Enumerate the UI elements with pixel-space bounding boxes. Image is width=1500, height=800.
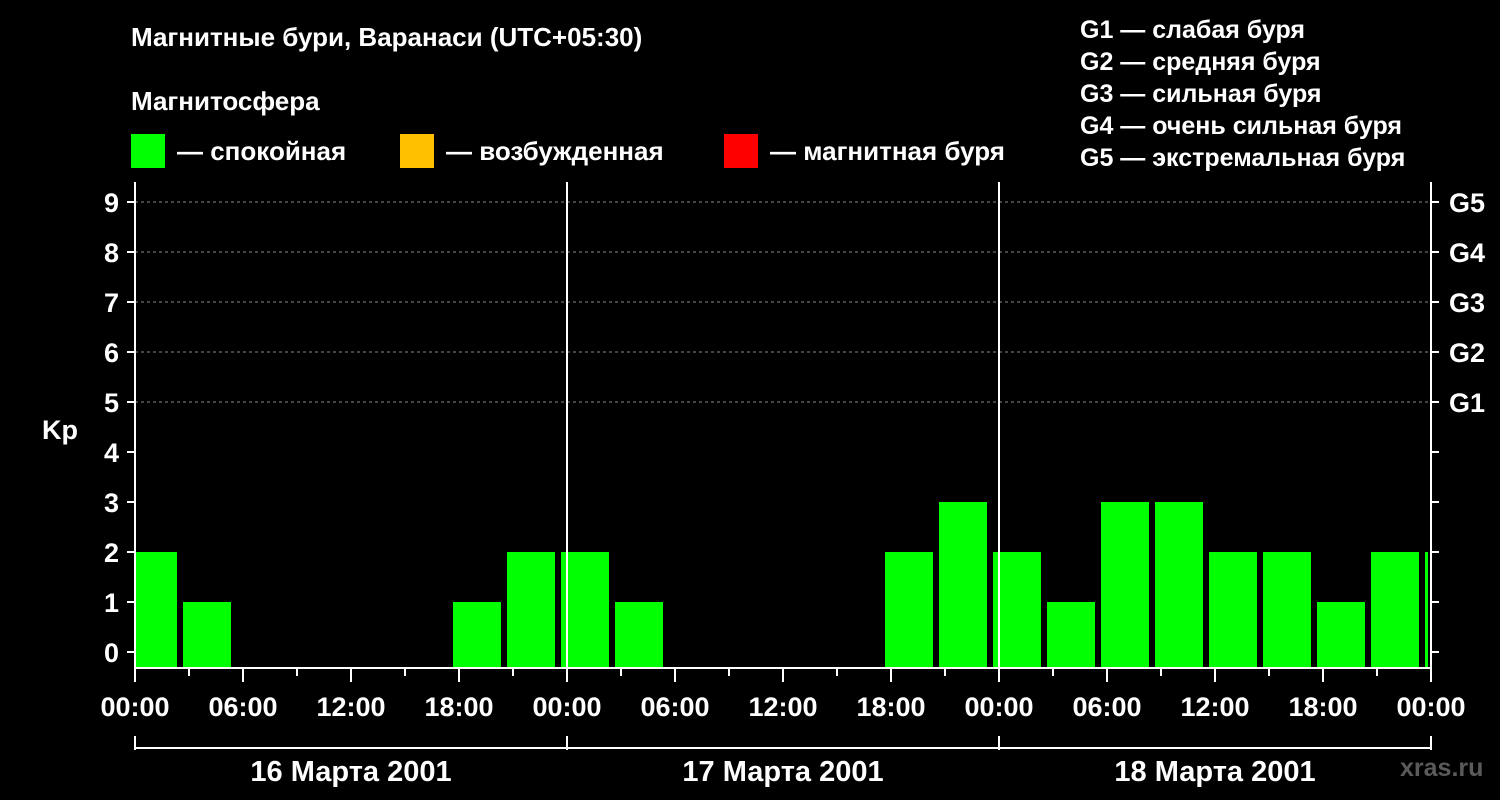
x-tick-label: 12:00 xyxy=(748,692,817,722)
x-tick-label: 12:00 xyxy=(316,692,385,722)
g-level-label: G5 xyxy=(1449,188,1485,218)
x-tick-label: 18:00 xyxy=(856,692,925,722)
y-tick-label: 8 xyxy=(104,238,119,268)
watermark: xras.ru xyxy=(1400,754,1484,782)
kp-bar-6 xyxy=(453,602,501,668)
y-tick-label: 3 xyxy=(104,488,119,518)
x-tick-label: 18:00 xyxy=(424,692,493,722)
g-level-label: G2 xyxy=(1449,338,1485,368)
kp-bar-7 xyxy=(507,552,555,668)
y-tick-label: 7 xyxy=(104,288,119,318)
kp-bar-23 xyxy=(1371,552,1419,668)
kp-bar-24 xyxy=(1425,552,1428,668)
day-label: 17 Марта 2001 xyxy=(682,756,883,788)
x-tick-label: 12:00 xyxy=(1180,692,1249,722)
x-tick-label: 18:00 xyxy=(1288,692,1357,722)
y-axis-title: Kp xyxy=(42,415,78,445)
y-tick-label: 9 xyxy=(104,188,119,218)
x-tick-label: 00:00 xyxy=(964,692,1033,722)
kp-bar-19 xyxy=(1155,502,1203,668)
x-tick-label: 00:00 xyxy=(532,692,601,722)
kp-chart: 0 1 2 3 4 5 6 7 8 9 G1 G2 G3 G4 G5 Kp 00:00 06:00 12:00 18:… xyxy=(42,182,1485,788)
x-tick-label: 06:00 xyxy=(640,692,709,722)
g-level-label: G4 xyxy=(1449,238,1485,268)
y-tick-label: 0 xyxy=(104,638,119,668)
kp-bar-8 xyxy=(561,552,609,668)
day-label: 16 Марта 2001 xyxy=(250,756,451,788)
kp-bar-9 xyxy=(615,602,663,668)
x-tick-label: 06:00 xyxy=(1072,692,1141,722)
g-level-label: G3 xyxy=(1449,288,1485,318)
kp-bar-21 xyxy=(1263,552,1311,668)
y-tick-label: 5 xyxy=(104,388,119,418)
kp-bar-14 xyxy=(885,552,933,668)
x-tick-label: 00:00 xyxy=(1396,692,1465,722)
y-tick-label: 4 xyxy=(104,438,119,468)
kp-bar-0 xyxy=(136,552,177,668)
kp-bar-20 xyxy=(1209,552,1257,668)
g-level-label: G1 xyxy=(1449,388,1485,418)
kp-bar-18 xyxy=(1101,502,1149,668)
kp-bar-1 xyxy=(183,602,231,668)
x-tick-label: 00:00 xyxy=(100,692,169,722)
kp-bar-22 xyxy=(1317,602,1365,668)
y-tick-label: 1 xyxy=(104,588,119,618)
x-tick-label: 06:00 xyxy=(208,692,277,722)
y-tick-label: 6 xyxy=(104,338,119,368)
kp-bar-15 xyxy=(939,502,987,668)
y-tick-label: 2 xyxy=(104,538,119,568)
kp-bar-17 xyxy=(1047,602,1095,668)
day-label: 18 Марта 2001 xyxy=(1114,756,1315,788)
kp-bar-16 xyxy=(993,552,1041,668)
